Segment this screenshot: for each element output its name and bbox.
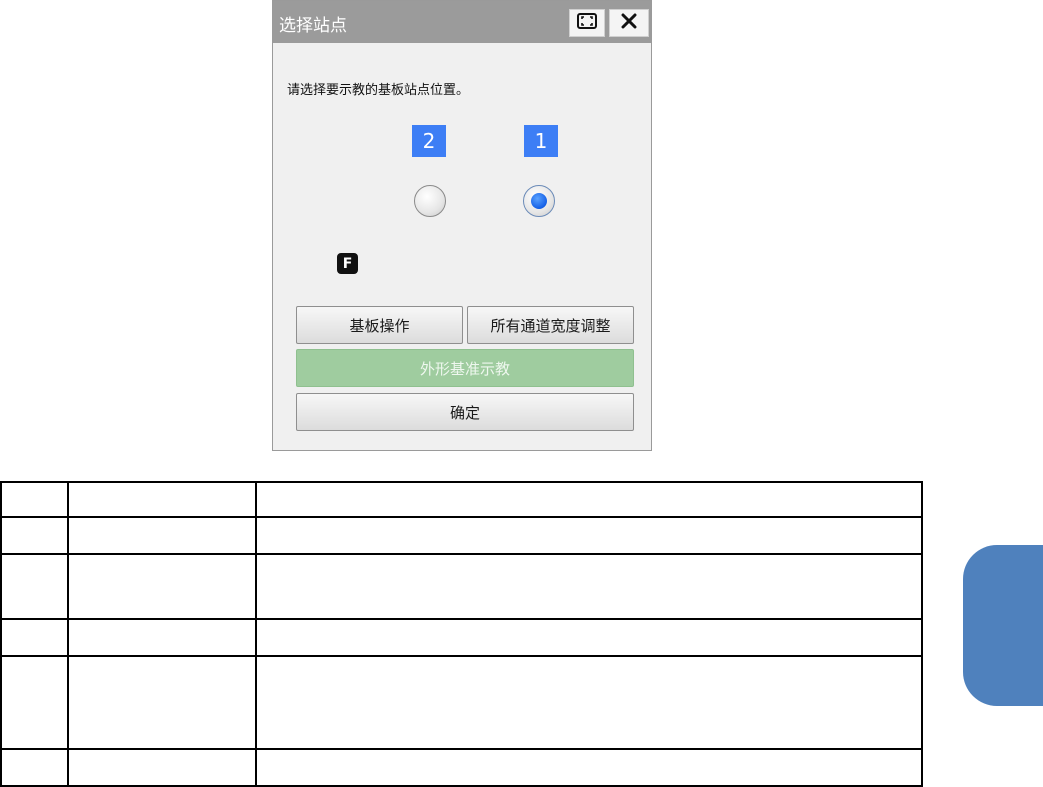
table-cell [255, 618, 923, 657]
table-cell [67, 748, 257, 787]
table-cell [255, 748, 923, 787]
table-row [0, 481, 923, 518]
table-row [0, 748, 923, 787]
table-cell [255, 655, 923, 750]
table-cell [67, 481, 257, 518]
close-button[interactable] [609, 9, 649, 37]
site-2-radio[interactable] [414, 185, 446, 217]
table-row [0, 516, 923, 555]
board-operation-button[interactable]: 基板操作 [296, 306, 463, 344]
table-cell [255, 516, 923, 555]
shape-reference-teach-button[interactable]: 外形基准示教 [296, 349, 634, 387]
empty-table [0, 481, 923, 787]
side-tab [963, 545, 1043, 706]
dialog-prompt: 请选择要示教的基板站点位置。 [287, 83, 470, 98]
site-number-1: 1 [524, 125, 558, 157]
table-cell [255, 553, 923, 620]
select-site-dialog: 选择站点 请选择要示教的基板站点位置。 2 1 F 基板操作 所有通道宽度调整 … [272, 0, 652, 451]
table-cell [0, 618, 69, 657]
site-number-2: 2 [412, 125, 446, 157]
f-badge: F [337, 253, 358, 274]
table-cell [67, 618, 257, 657]
table-cell [67, 655, 257, 750]
table-row [0, 618, 923, 657]
table-cell [255, 481, 923, 518]
maximize-button[interactable] [569, 9, 605, 37]
table-cell [0, 481, 69, 518]
table-cell [67, 516, 257, 555]
dialog-title: 选择站点 [279, 16, 347, 36]
all-channel-width-button[interactable]: 所有通道宽度调整 [467, 306, 634, 344]
table-row [0, 655, 923, 750]
table-row [0, 553, 923, 620]
confirm-button[interactable]: 确定 [296, 393, 634, 431]
table-cell [67, 553, 257, 620]
site-1-radio[interactable] [523, 185, 555, 217]
table-cell [0, 553, 69, 620]
table-cell [0, 655, 69, 750]
maximize-icon [577, 13, 597, 33]
close-icon [621, 13, 637, 33]
dialog-titlebar: 选择站点 [273, 1, 651, 43]
table-cell [0, 516, 69, 555]
radio-selected-dot [531, 193, 547, 209]
table-cell [0, 748, 69, 787]
